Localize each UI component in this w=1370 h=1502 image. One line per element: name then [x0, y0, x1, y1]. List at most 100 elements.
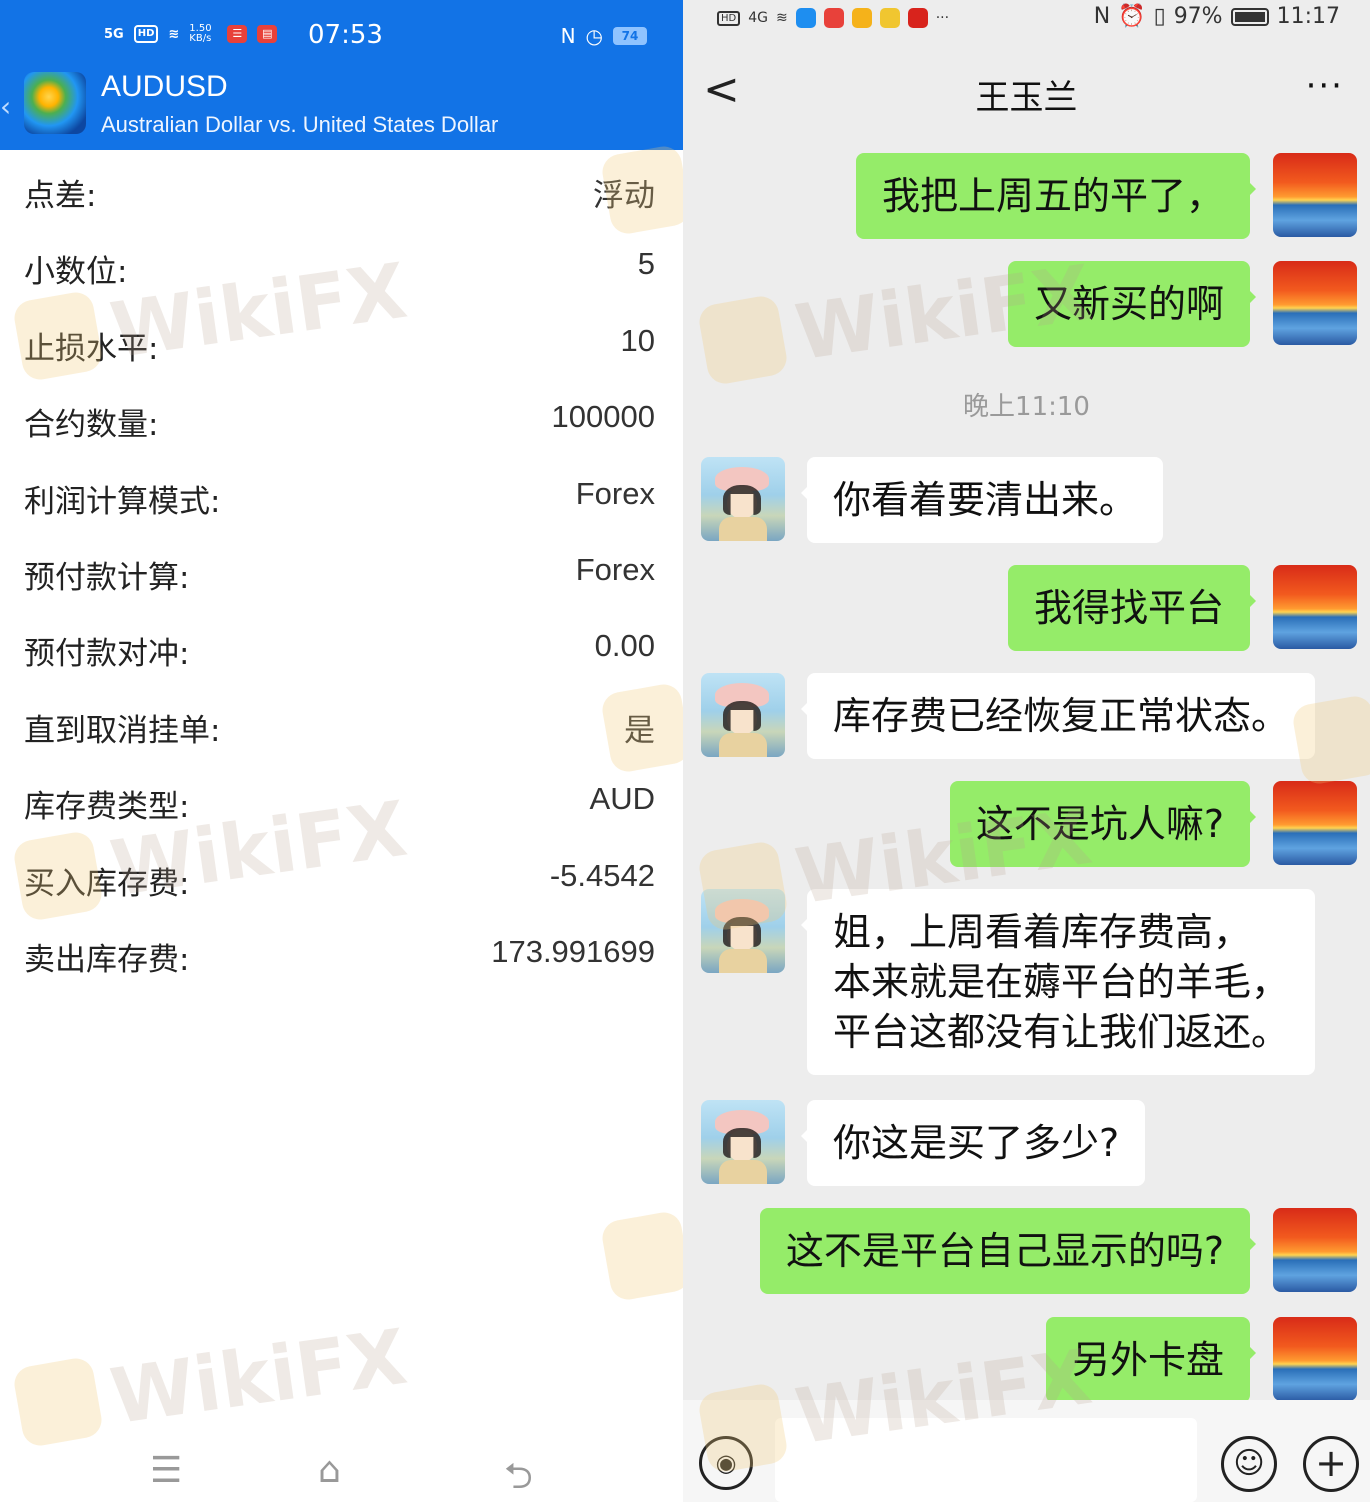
- nfc-icon: N: [560, 24, 576, 48]
- spec-row: 库存费类型: AUD: [0, 763, 683, 839]
- symbol-description: Australian Dollar vs. United States Doll…: [101, 112, 499, 137]
- message-bubble-sent[interactable]: 这不是平台自己显示的吗?: [759, 1208, 1257, 1294]
- more-notifications-icon: ···: [935, 10, 950, 26]
- message-bubble-sent[interactable]: 这不是坑人嘛?: [949, 781, 1257, 867]
- time-separator: 晚上11:10: [963, 392, 1090, 422]
- spec-row: 预付款对冲: 0.00: [0, 610, 683, 686]
- spec-value: 是: [624, 713, 655, 748]
- spec-label: 止损水平:: [24, 331, 159, 367]
- status-icons-right: N ◷ 74: [561, 24, 647, 48]
- my-avatar[interactable]: [1273, 261, 1357, 345]
- back-chevron-icon[interactable]: ‹: [0, 90, 11, 123]
- alarm-icon: ◷: [585, 24, 603, 48]
- chat-screen: HD 4G ≋ ··· N ⏰ ▯ 97% 11:17 < 王玉兰 ··· 我把…: [683, 0, 1370, 1502]
- spec-label: 点差:: [24, 178, 97, 214]
- wikifx-watermark-logo: [599, 1209, 683, 1303]
- avatar-body: [719, 949, 767, 973]
- spec-value: 0.00: [594, 628, 655, 663]
- spec-label: 买入库存费:: [24, 866, 190, 902]
- vibrate-icon: ▯: [1153, 4, 1166, 29]
- metatrader-logo-icon: [24, 72, 86, 134]
- message-bubble-received[interactable]: 你看着要清出来。: [800, 457, 1164, 543]
- status-bar: 5G HD ≋ 1.50 KB/s ☰ ▤ 07:53 N ◷ 74: [0, 0, 683, 72]
- signal-icon: 5G: [104, 26, 124, 42]
- message-input[interactable]: [775, 1418, 1197, 1502]
- shopping-app-icon: [907, 8, 928, 28]
- spec-value: 10: [620, 323, 655, 358]
- spec-value: -5.4542: [549, 858, 655, 893]
- app-notification-icon: ☰: [227, 25, 248, 43]
- spec-row: 点差: 浮动: [0, 152, 683, 228]
- spec-value: 浮动: [593, 178, 655, 213]
- spec-row: 卖出库存费: 173.991699: [0, 916, 683, 992]
- spec-label: 直到取消挂单:: [24, 713, 221, 749]
- contact-avatar[interactable]: [701, 457, 785, 541]
- emoji-icon[interactable]: ☺: [1221, 1436, 1277, 1492]
- spec-label: 预付款计算:: [24, 560, 190, 596]
- hd-icon: HD: [133, 25, 159, 43]
- nfc-icon: N: [1093, 4, 1111, 29]
- spec-label: 利润计算模式:: [24, 484, 221, 520]
- message-bubble-sent[interactable]: 我得找平台: [1007, 565, 1257, 651]
- wifi-icon: ≋: [168, 26, 180, 42]
- message-bubble-received[interactable]: 你这是买了多少?: [800, 1100, 1146, 1186]
- spec-value: 173.991699: [491, 934, 655, 969]
- avatar-body: [719, 733, 767, 757]
- alarm-icon: ⏰: [1118, 4, 1146, 29]
- weibo-app-icon: [879, 8, 900, 28]
- spec-row: 利润计算模式: Forex: [0, 458, 683, 534]
- spec-label: 小数位:: [24, 254, 128, 290]
- contact-avatar[interactable]: [701, 673, 785, 757]
- my-avatar[interactable]: [1273, 1208, 1357, 1292]
- chat-title-bar: < 王玉兰 ···: [683, 44, 1370, 140]
- status-icons-left: 5G HD ≋ 1.50 KB/s ☰ ▤: [104, 24, 278, 44]
- message-bubble-sent[interactable]: 又新买的啊: [1007, 261, 1257, 347]
- wifi-icon: ≋: [776, 10, 788, 26]
- chat-title: 王玉兰: [975, 78, 1078, 118]
- more-options-icon[interactable]: ···: [1306, 66, 1344, 106]
- spec-value: 100000: [551, 399, 655, 434]
- spec-row: 预付款计算: Forex: [0, 534, 683, 610]
- spec-label: 库存费类型:: [24, 789, 190, 825]
- message-bubble-sent[interactable]: 我把上周五的平了，: [855, 153, 1257, 239]
- my-avatar[interactable]: [1273, 781, 1357, 865]
- avatar-body: [719, 517, 767, 541]
- contact-avatar[interactable]: [701, 889, 785, 973]
- message-bubble-sent[interactable]: 另外卡盘: [1045, 1317, 1257, 1403]
- status-time: 07:53: [308, 20, 383, 50]
- message-bubble-received[interactable]: 库存费已经恢复正常状态。: [800, 673, 1316, 759]
- chat-input-bar: ◉ ☺ +: [683, 1400, 1370, 1502]
- spec-value: AUD: [589, 781, 655, 816]
- app-header: 5G HD ≋ 1.50 KB/s ☰ ▤ 07:53 N ◷ 74 ‹ AUD…: [0, 0, 683, 150]
- my-avatar[interactable]: [1273, 565, 1357, 649]
- battery-icon: 74: [613, 27, 647, 45]
- system-navigation-bar: ☰ ⌂ ⮌: [0, 1440, 683, 1502]
- news-app-icon: [823, 8, 844, 28]
- home-icon[interactable]: ⌂: [318, 1450, 341, 1491]
- wikifx-watermark-logo: [11, 1355, 105, 1449]
- mail-app-icon: [851, 8, 872, 28]
- spec-label: 合约数量:: [24, 407, 159, 443]
- wikifx-watermark-logo: [696, 293, 790, 387]
- cloud-app-icon: [795, 8, 816, 28]
- spec-label: 卖出库存费:: [24, 942, 190, 978]
- spec-row: 直到取消挂单: 是: [0, 687, 683, 763]
- plus-icon[interactable]: +: [1303, 1436, 1359, 1492]
- voice-input-icon[interactable]: ◉: [699, 1436, 753, 1490]
- spec-row: 合约数量: 100000: [0, 381, 683, 457]
- status-time: 11:17: [1276, 4, 1340, 29]
- instrument-spec-screen: 5G HD ≋ 1.50 KB/s ☰ ▤ 07:53 N ◷ 74 ‹ AUD…: [0, 0, 683, 1502]
- contact-avatar[interactable]: [701, 1100, 785, 1184]
- message-bubble-received[interactable]: 姐，上周看着库存费高， 本来就是在薅平台的羊毛， 平台这都没有让我们返还。: [800, 889, 1316, 1075]
- menu-icon[interactable]: ☰: [150, 1450, 182, 1491]
- status-icons-right: N ⏰ ▯ 97% 11:17: [1094, 4, 1340, 29]
- avatar-body: [719, 1160, 767, 1184]
- spec-value: Forex: [575, 476, 655, 511]
- spec-value: 5: [637, 246, 655, 281]
- hd-icon: HD: [717, 10, 741, 26]
- app-notification-icon-2: ▤: [257, 25, 278, 43]
- my-avatar[interactable]: [1273, 1317, 1357, 1401]
- back-icon[interactable]: ⮌: [504, 1450, 533, 1502]
- status-icons-left: HD 4G ≋ ···: [717, 8, 949, 28]
- my-avatar[interactable]: [1273, 153, 1357, 237]
